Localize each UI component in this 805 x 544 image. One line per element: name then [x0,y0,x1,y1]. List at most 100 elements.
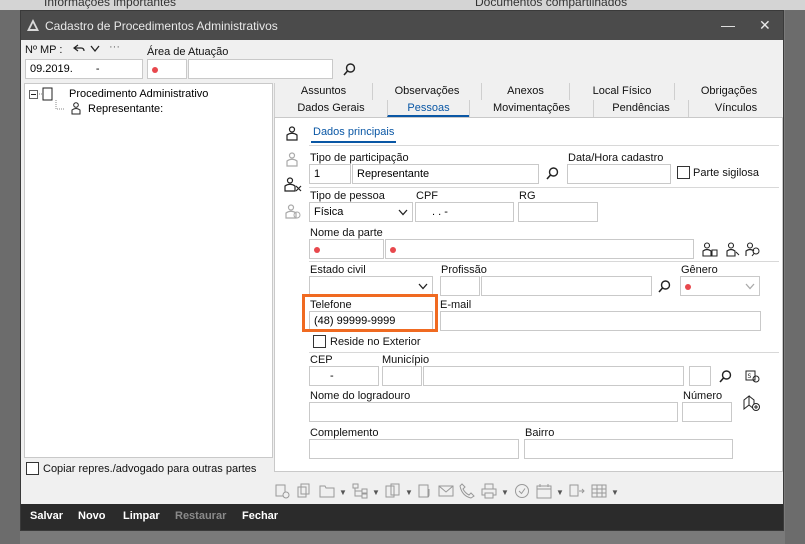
calendar-icon[interactable] [536,483,552,499]
remove-person-icon[interactable] [284,177,302,192]
envelope-icon[interactable] [438,483,454,499]
tipo-pessoa-select[interactable]: Física [309,202,413,222]
logradouro-field[interactable] [309,402,678,422]
document-transfer-icon[interactable] [569,483,585,499]
search-icon[interactable] [658,280,671,293]
new-button[interactable]: Novo [78,510,106,522]
profissao-code-field[interactable] [440,276,480,296]
save-button[interactable]: Salvar [30,510,63,522]
mp-number-field[interactable]: 09.2019. - [25,59,143,79]
title-bar: Cadastro de Procedimentos Administrativo… [21,11,783,40]
chevron-down-icon [745,283,755,290]
bg-right-edge [785,10,805,544]
window-title: Cadastro de Procedimentos Administrativo… [45,19,278,33]
estado-civil-select[interactable] [309,276,433,296]
cep-field[interactable]: - [309,366,379,386]
check-circle-icon[interactable] [514,483,530,499]
clear-button[interactable]: Limpar [123,510,160,522]
print-icon[interactable] [481,483,497,499]
tab-dados-gerais[interactable]: Dados Gerais [274,100,387,117]
dropdown-caret-icon[interactable]: ▼ [372,488,380,497]
tipo-pessoa-label: Tipo de pessoa [310,190,385,202]
dropdown-caret-icon[interactable]: ▼ [405,488,413,497]
phone-icon[interactable] [459,483,475,499]
tipo-participacao-field[interactable]: Representante [352,164,539,184]
reside-exterior-checkbox[interactable] [313,335,326,348]
divider [309,187,779,188]
bairro-field[interactable] [524,439,733,459]
tab-anexos[interactable]: Anexos [481,83,569,100]
dropdown-caret-icon[interactable]: ▼ [501,488,509,497]
search-icon[interactable] [546,167,559,180]
area-code-field[interactable] [147,59,187,79]
data-hora-field[interactable] [567,164,671,184]
parte-sigilosa-checkbox[interactable] [677,166,690,179]
add-document-icon[interactable] [274,483,290,499]
municipio-field[interactable] [423,366,684,386]
tab-pessoas[interactable]: Pessoas [387,100,469,117]
add-person-icon[interactable] [286,126,298,141]
tab-assuntos[interactable]: Assuntos [274,83,372,100]
app-logo-icon [27,19,39,31]
tab-vinculos[interactable]: Vínculos [688,100,783,117]
municipio-code-field[interactable] [382,366,422,386]
hierarchy-icon[interactable] [352,483,368,499]
tipo-participacao-code-field[interactable]: 1 [309,164,351,184]
estado-civil-label: Estado civil [310,264,366,276]
chevron-down-icon[interactable] [90,45,100,53]
tipo-participacao-label: Tipo de participação [310,152,409,164]
rg-field[interactable] [518,202,598,222]
tipo-pessoa-value: Física [314,206,344,218]
tree-root-label[interactable]: Procedimento Administrativo [69,88,208,100]
tab-observacoes[interactable]: Observações [372,83,481,100]
close-form-button[interactable]: Fechar [242,510,278,522]
complemento-field[interactable] [309,439,519,459]
divider [309,145,779,146]
area-label: Área de Atuação [147,46,229,58]
subtab-dados-principais[interactable]: Dados principais [311,124,397,143]
background-strip: Informações importantes Documentos compa… [0,0,805,10]
tab-local-fisico[interactable]: Local Físico [569,83,674,100]
grid-icon[interactable] [591,483,607,499]
tree-child-label[interactable]: Representante: [88,103,163,115]
nome-parte-code-field[interactable] [309,239,384,259]
search-icon[interactable] [343,63,356,76]
close-button[interactable]: ✕ [759,17,771,34]
tab-pendencias[interactable]: Pendências [593,100,688,117]
more-options-icon[interactable]: ··· [109,41,120,53]
add-address-icon[interactable] [743,394,761,412]
profissao-label: Profissão [441,264,487,276]
person-link-icon[interactable] [726,242,740,257]
bg-info-label: Informações importantes [44,0,177,9]
search-icon[interactable] [719,370,732,383]
edit-person-icon[interactable] [286,152,298,167]
copy-representative-label: Copiar repres./advogado para outras part… [43,463,257,475]
nome-parte-field[interactable] [385,239,694,259]
cpf-field[interactable]: . . - [415,202,514,222]
tab-obrigacoes[interactable]: Obrigações [674,83,783,100]
area-name-field[interactable] [188,59,333,79]
profissao-field[interactable] [481,276,652,296]
copy-representative-checkbox[interactable] [26,462,39,475]
dropdown-caret-icon[interactable]: ▼ [339,488,347,497]
address-search-icon[interactable]: S [745,370,761,384]
numero-field[interactable] [682,402,732,422]
required-indicator [314,247,320,253]
uf-field[interactable] [689,366,711,386]
person-find-icon[interactable] [745,242,761,257]
genero-select[interactable] [680,276,760,296]
folder-icon[interactable] [319,483,335,499]
dropdown-caret-icon[interactable]: ▼ [611,488,619,497]
attach-icon[interactable] [417,483,433,499]
dropdown-caret-icon[interactable]: ▼ [556,488,564,497]
documents-icon[interactable] [385,483,401,499]
undo-icon[interactable] [73,44,85,54]
minimize-button[interactable]: — [721,17,735,33]
copy-icon[interactable] [296,483,312,499]
email-field[interactable] [440,311,761,331]
collapse-icon[interactable] [29,90,38,99]
person-search-icon[interactable] [702,242,718,257]
tab-movimentacoes[interactable]: Movimentações [469,100,593,117]
person-history-icon[interactable] [285,204,301,219]
restore-button[interactable]: Restaurar [175,510,226,522]
